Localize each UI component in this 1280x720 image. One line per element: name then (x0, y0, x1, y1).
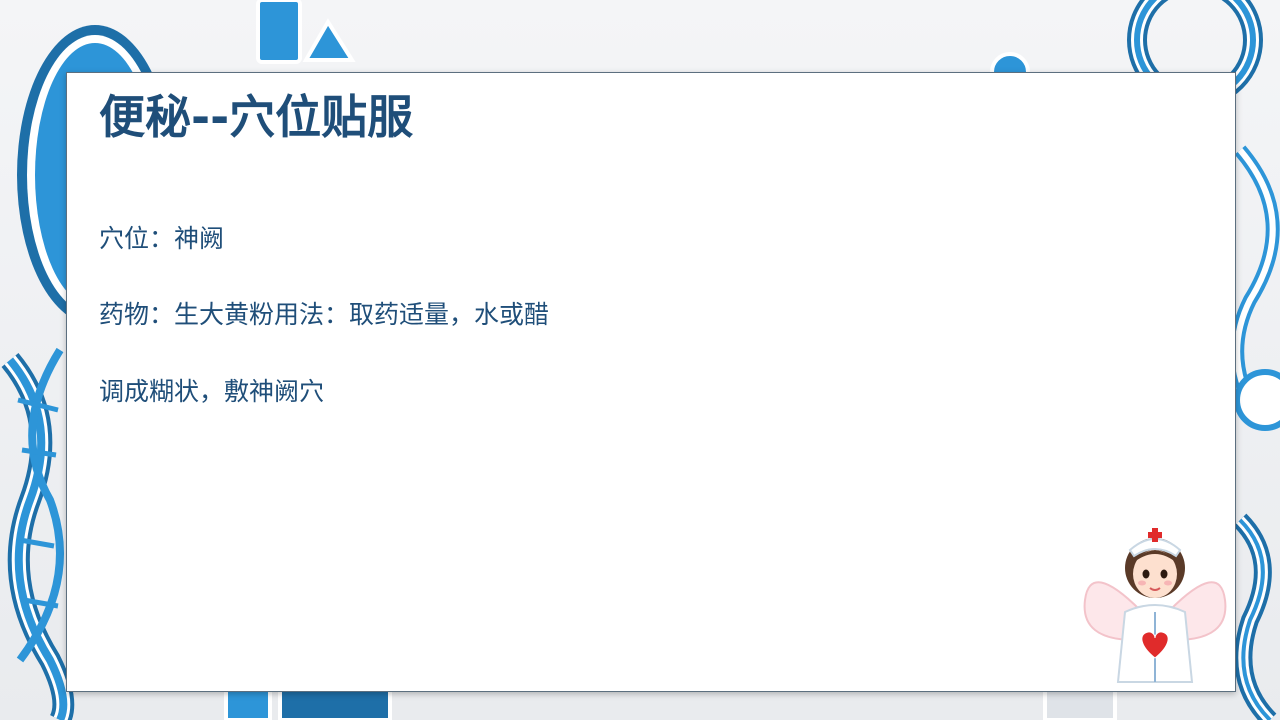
content-card: 便秘--穴位贴服 穴位：神阙 药物：生大黄粉用法：取药适量，水或醋 调成糊状，敷… (66, 72, 1236, 692)
right-bottom-knot (1233, 513, 1277, 720)
nurse-angel-icon (1083, 528, 1227, 683)
slide-canvas: 便秘--穴位贴服 穴位：神阙 药物：生大黄粉用法：取药适量，水或醋 调成糊状，敷… (0, 0, 1280, 720)
application-line: 调成糊状，敷神阙穴 (99, 377, 325, 406)
medicine-usage-line: 药物：生大黄粉用法：取药适量，水或醋 (99, 300, 550, 329)
slide-title: 便秘--穴位贴服 (99, 90, 414, 144)
bottom-blue-pieces (224, 688, 1117, 720)
left-dna-shape (1, 347, 75, 720)
acupoint-line: 穴位：神阙 (99, 224, 225, 253)
